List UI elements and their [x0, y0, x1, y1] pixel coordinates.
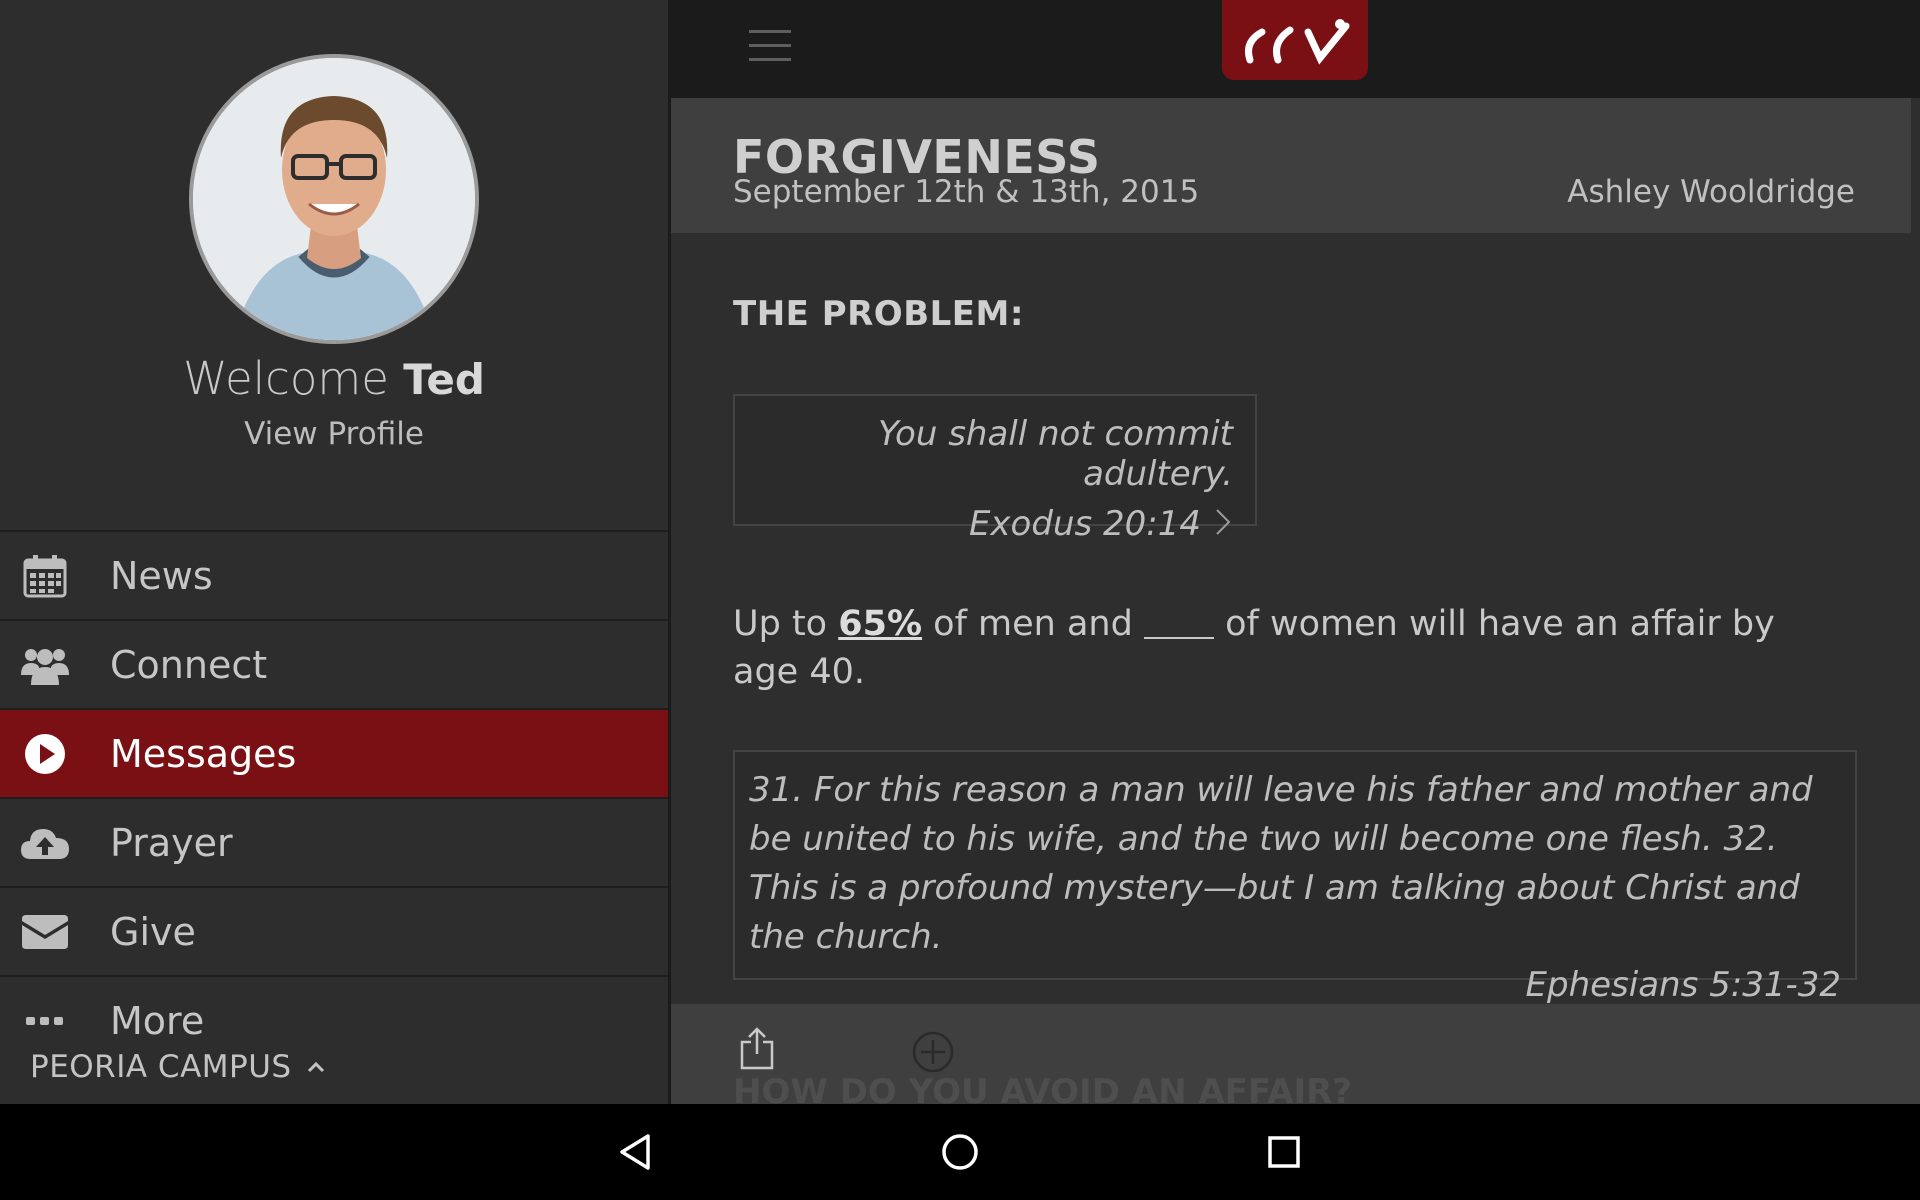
section-heading: THE PROBLEM: [733, 294, 1024, 334]
scripture-quote[interactable]: 31. For this reason a man will leave his… [733, 750, 1857, 1005]
avatar[interactable] [189, 54, 479, 344]
scripture-quote[interactable]: You shall not commit adultery. Exodus 20… [733, 394, 1257, 544]
system-navigation-bar [0, 1104, 1920, 1200]
sidebar-drawer: Welcome Ted View Profile News Connect Me… [0, 0, 674, 1104]
fill-in-statement: Up to 65% of men and of women will have … [733, 600, 1833, 696]
add-note-icon[interactable] [911, 1030, 955, 1079]
play-circle-icon [20, 729, 70, 779]
sidebar-item-prayer[interactable]: Prayer [0, 797, 668, 886]
sidebar-item-label: More [110, 998, 205, 1043]
filled-blank[interactable]: 65% [838, 604, 922, 644]
sidebar-item-label: Prayer [110, 820, 233, 865]
stat-middle: of men and [933, 604, 1133, 644]
empty-blank[interactable] [1143, 607, 1214, 639]
sidebar-item-messages[interactable]: Messages [0, 708, 668, 797]
cloud-upload-icon [20, 818, 70, 868]
quote-reference[interactable]: Ephesians 5:31-32 [749, 962, 1841, 1008]
chevron-up-icon[interactable] [306, 1060, 326, 1078]
sidebar-item-label: Messages [110, 731, 297, 776]
next-section-heading: HOW DO YOU AVOID AN AFFAIR? [733, 1072, 1353, 1104]
welcome-text: Welcome Ted [0, 352, 668, 405]
message-date: September 12th & 13th, 2015 [733, 174, 1200, 210]
quote-reference[interactable]: Exodus 20:14 [749, 504, 1233, 544]
message-notes-panel: FORGIVENESS September 12th & 13th, 2015 … [671, 0, 1920, 1104]
calendar-icon [20, 551, 70, 601]
home-icon[interactable] [938, 1130, 982, 1174]
sidebar-item-label: Connect [110, 642, 268, 687]
quote-text: 31. For this reason a man will leave his… [749, 770, 1813, 957]
sidebar-item-connect[interactable]: Connect [0, 619, 668, 708]
back-icon[interactable] [614, 1130, 658, 1174]
notes-toolbar: HOW DO YOU AVOID AN AFFAIR? [671, 1004, 1920, 1104]
campus-selector[interactable]: PEORIA CAMPUS [30, 1049, 292, 1085]
sidebar-item-label: Give [110, 909, 196, 954]
top-app-bar [671, 0, 1920, 98]
sidebar-item-label: News [110, 553, 213, 598]
user-name: Ted [403, 355, 485, 404]
church-logo [1222, 0, 1368, 80]
stat-prefix: Up to [733, 604, 828, 644]
hamburger-menu-icon[interactable] [749, 30, 791, 62]
share-icon[interactable] [739, 1026, 775, 1075]
quote-text: You shall not commit adultery. [878, 414, 1233, 494]
sidebar-item-news[interactable]: News [0, 530, 668, 619]
ellipsis-icon [20, 996, 70, 1046]
view-profile-link[interactable]: View Profile [0, 416, 668, 452]
welcome-prefix: Welcome [183, 352, 389, 405]
recents-icon[interactable] [1262, 1130, 1306, 1174]
speaker-name: Ashley Wooldridge [1567, 174, 1855, 210]
envelope-icon [20, 907, 70, 957]
sidebar-item-give[interactable]: Give [0, 886, 668, 975]
group-icon [20, 640, 70, 690]
chevron-right-icon[interactable] [1213, 506, 1233, 547]
sidebar-menu: News Connect Messages Prayer Give More [0, 530, 668, 1064]
quote-reference-text: Exodus 20:14 [968, 504, 1201, 544]
